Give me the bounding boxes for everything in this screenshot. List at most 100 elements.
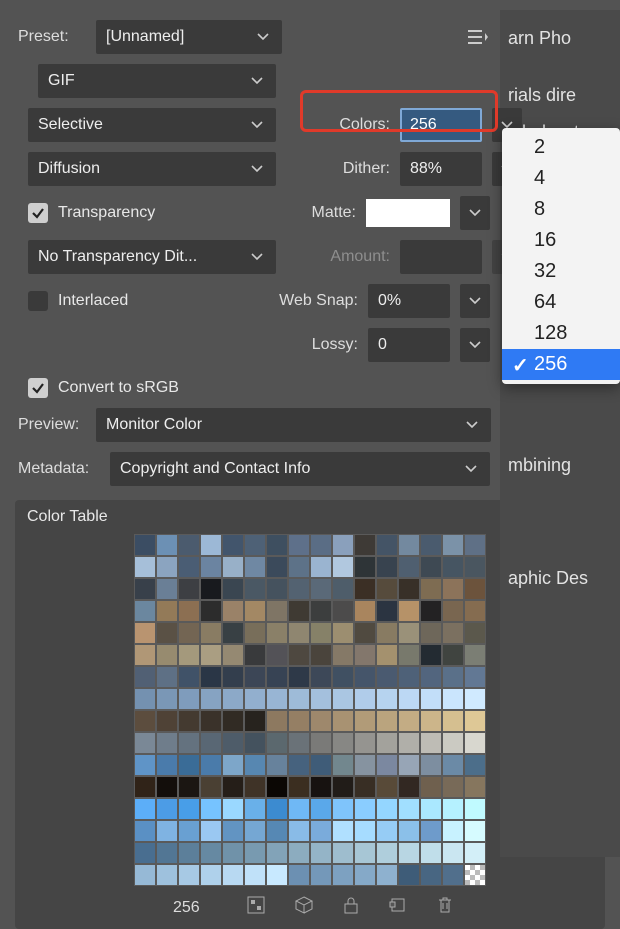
color-swatch[interactable]: [289, 733, 309, 753]
color-swatch[interactable]: [289, 711, 309, 731]
color-swatch[interactable]: [465, 733, 485, 753]
color-swatch[interactable]: [377, 711, 397, 731]
color-swatch[interactable]: [333, 799, 353, 819]
color-swatch[interactable]: [421, 777, 441, 797]
color-swatch[interactable]: [355, 843, 375, 863]
color-swatch[interactable]: [311, 755, 331, 775]
color-swatch[interactable]: [311, 535, 331, 555]
color-swatch[interactable]: [201, 777, 221, 797]
color-swatch[interactable]: [311, 865, 331, 885]
color-swatch[interactable]: [267, 755, 287, 775]
color-swatch[interactable]: [465, 689, 485, 709]
color-swatch[interactable]: [333, 777, 353, 797]
dither-method-select[interactable]: Diffusion: [28, 152, 276, 186]
color-swatch[interactable]: [421, 755, 441, 775]
color-swatch[interactable]: [179, 865, 199, 885]
color-swatch[interactable]: [245, 535, 265, 555]
color-swatch[interactable]: [399, 821, 419, 841]
color-swatch[interactable]: [179, 601, 199, 621]
color-swatch[interactable]: [399, 557, 419, 577]
color-swatch[interactable]: [399, 865, 419, 885]
color-swatch[interactable]: [135, 865, 155, 885]
lock-icon[interactable]: [343, 896, 359, 919]
color-swatch[interactable]: [377, 843, 397, 863]
color-swatch[interactable]: [289, 623, 309, 643]
matte-swatch[interactable]: [366, 199, 450, 227]
color-swatch[interactable]: [289, 579, 309, 599]
color-swatch[interactable]: [311, 623, 331, 643]
color-swatch[interactable]: [421, 535, 441, 555]
color-swatch[interactable]: [355, 755, 375, 775]
preset-select[interactable]: [Unnamed]: [96, 20, 282, 54]
color-swatch[interactable]: [421, 843, 441, 863]
lossy-stepper[interactable]: [460, 328, 490, 362]
color-swatch[interactable]: [443, 711, 463, 731]
color-swatch[interactable]: [245, 799, 265, 819]
color-swatch[interactable]: [245, 601, 265, 621]
dither-input[interactable]: 88%: [400, 152, 482, 186]
color-swatch[interactable]: [201, 557, 221, 577]
color-swatch[interactable]: [179, 777, 199, 797]
color-swatch[interactable]: [179, 711, 199, 731]
colors-option[interactable]: 8: [502, 194, 620, 225]
color-swatch[interactable]: [377, 821, 397, 841]
color-swatch[interactable]: [465, 579, 485, 599]
color-swatch[interactable]: [179, 535, 199, 555]
palette-select[interactable]: Selective: [28, 108, 276, 142]
color-swatch[interactable]: [465, 711, 485, 731]
color-swatch[interactable]: [465, 755, 485, 775]
trans-dither-select[interactable]: No Transparency Dit...: [28, 240, 276, 274]
color-swatch[interactable]: [267, 579, 287, 599]
websnap-stepper[interactable]: [460, 284, 490, 318]
color-swatch[interactable]: [289, 601, 309, 621]
snap-icon[interactable]: [247, 896, 265, 919]
color-swatch[interactable]: [157, 711, 177, 731]
color-swatch[interactable]: [223, 557, 243, 577]
color-swatch[interactable]: [333, 557, 353, 577]
color-swatch[interactable]: [421, 733, 441, 753]
lossy-input[interactable]: 0: [368, 328, 450, 362]
color-swatch[interactable]: [355, 645, 375, 665]
preset-menu-icon[interactable]: [468, 29, 490, 45]
color-swatch-grid[interactable]: [134, 534, 486, 886]
color-swatch[interactable]: [201, 821, 221, 841]
color-swatch[interactable]: [465, 667, 485, 687]
color-swatch[interactable]: [377, 623, 397, 643]
color-swatch[interactable]: [157, 623, 177, 643]
color-swatch[interactable]: [267, 711, 287, 731]
colors-option[interactable]: 16: [502, 225, 620, 256]
color-swatch[interactable]: [179, 843, 199, 863]
color-swatch[interactable]: [355, 733, 375, 753]
color-swatch[interactable]: [179, 733, 199, 753]
color-swatch[interactable]: [443, 689, 463, 709]
color-swatch[interactable]: [135, 645, 155, 665]
color-swatch[interactable]: [245, 733, 265, 753]
color-swatch[interactable]: [443, 557, 463, 577]
color-swatch[interactable]: [355, 865, 375, 885]
color-swatch[interactable]: [333, 535, 353, 555]
color-swatch[interactable]: [245, 777, 265, 797]
color-swatch[interactable]: [135, 799, 155, 819]
color-swatch[interactable]: [245, 755, 265, 775]
preview-select[interactable]: Monitor Color: [96, 408, 491, 442]
color-swatch[interactable]: [465, 601, 485, 621]
color-swatch[interactable]: [399, 733, 419, 753]
color-swatch[interactable]: [443, 645, 463, 665]
color-swatch[interactable]: [399, 645, 419, 665]
color-swatch[interactable]: [355, 535, 375, 555]
color-swatch[interactable]: [179, 755, 199, 775]
color-swatch[interactable]: [421, 579, 441, 599]
color-swatch[interactable]: [245, 623, 265, 643]
color-swatch[interactable]: [267, 535, 287, 555]
websnap-input[interactable]: 0%: [368, 284, 450, 318]
color-swatch[interactable]: [399, 843, 419, 863]
color-swatch[interactable]: [311, 601, 331, 621]
color-swatch[interactable]: [267, 689, 287, 709]
color-swatch[interactable]: [179, 689, 199, 709]
color-swatch[interactable]: [179, 645, 199, 665]
color-swatch[interactable]: [135, 579, 155, 599]
color-swatch[interactable]: [179, 579, 199, 599]
color-swatch[interactable]: [245, 579, 265, 599]
color-swatch[interactable]: [311, 557, 331, 577]
color-swatch[interactable]: [333, 755, 353, 775]
